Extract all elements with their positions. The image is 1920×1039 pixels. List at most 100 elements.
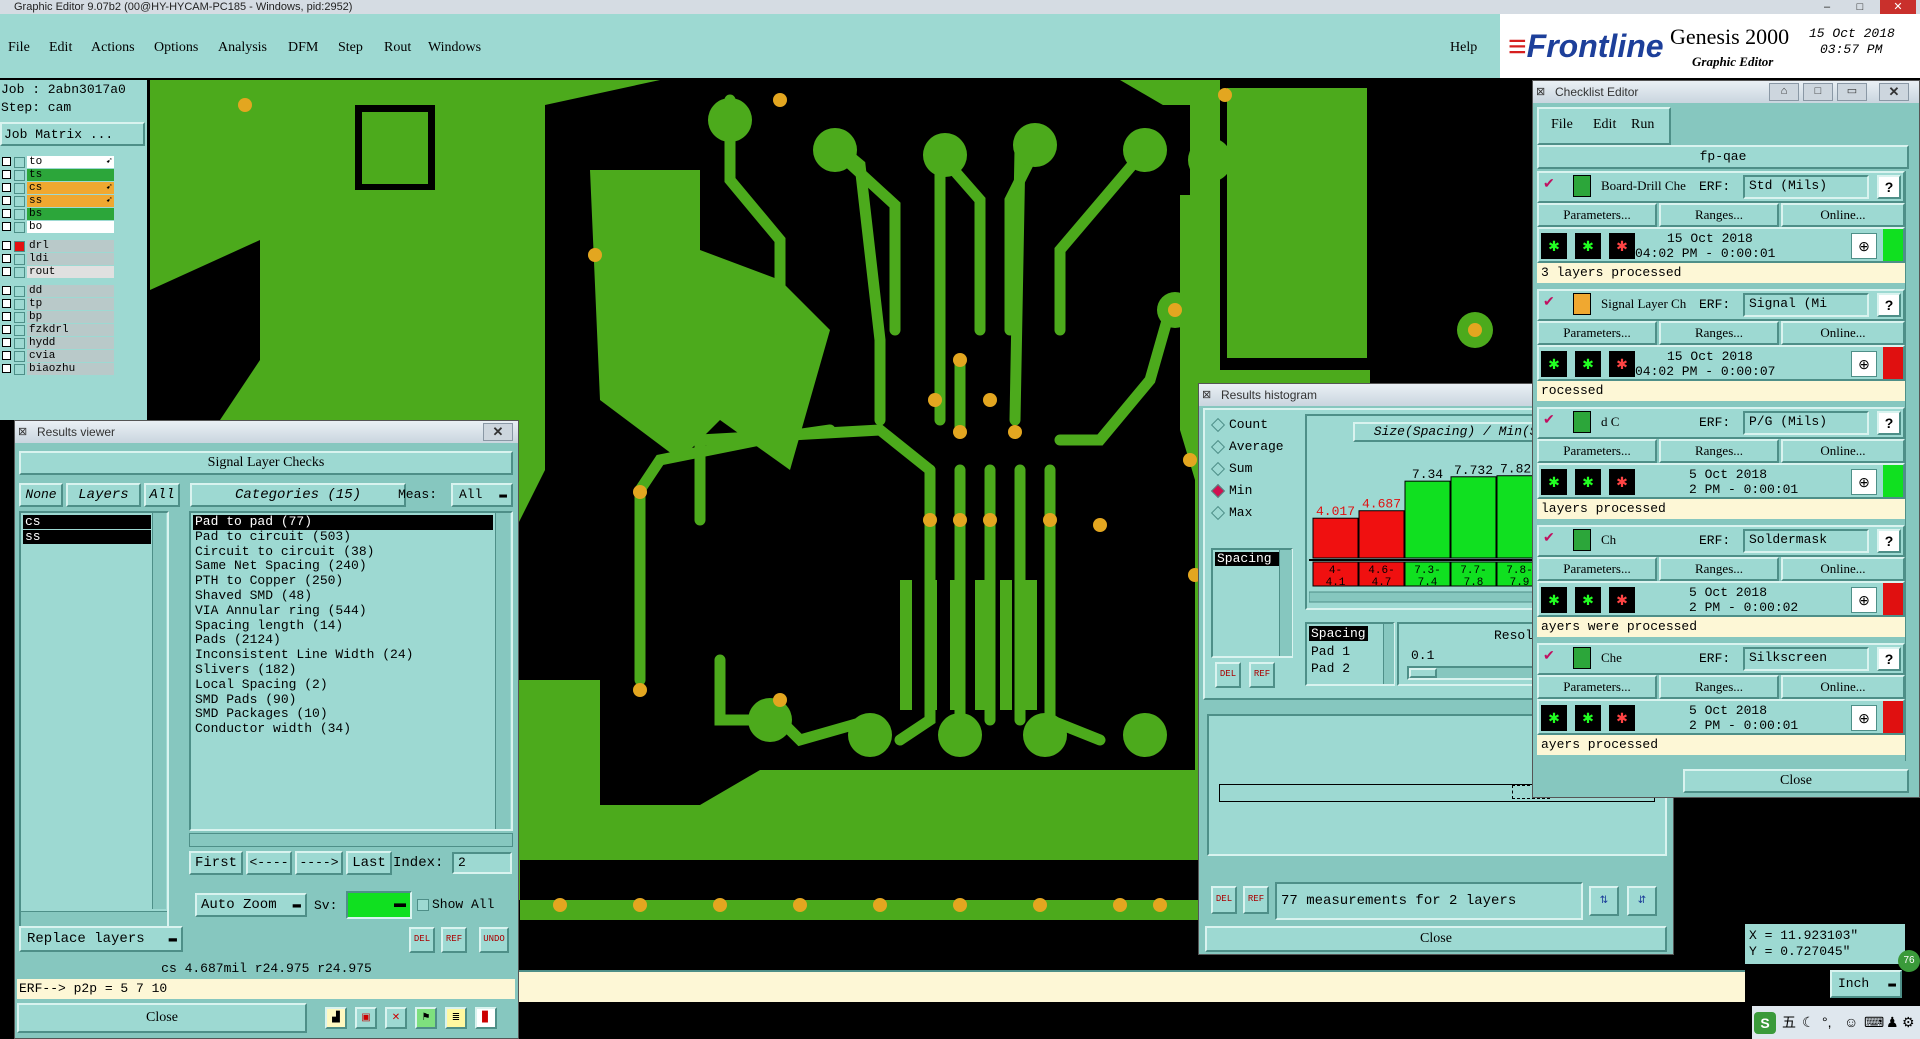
- layer-row[interactable]: to ➹: [0, 156, 116, 169]
- attr-scrollbar[interactable]: [1383, 624, 1394, 684]
- categories-hscrollbar[interactable]: [189, 833, 513, 847]
- index-input[interactable]: 2: [452, 852, 512, 874]
- layer-name[interactable]: hydd: [27, 337, 114, 349]
- result-layer-item[interactable]: ss: [23, 530, 151, 544]
- results-viewer-titlebar[interactable]: ⊠ Results viewer ✕: [15, 421, 518, 443]
- zoom-icon[interactable]: ⊕: [1851, 233, 1877, 259]
- layer-name[interactable]: biaozhu: [27, 363, 114, 375]
- layer-checkbox[interactable]: [2, 254, 11, 263]
- check-enabled-icon[interactable]: ✔: [1543, 411, 1555, 428]
- layer-row[interactable]: bp: [0, 311, 116, 324]
- menu-edit[interactable]: Edit: [49, 40, 72, 56]
- run-icon[interactable]: ✱: [1541, 233, 1567, 259]
- layer-name[interactable]: tp: [27, 298, 114, 310]
- layer-row[interactable]: ss ➹: [0, 195, 116, 208]
- parameters-button[interactable]: Parameters...: [1537, 675, 1657, 699]
- run-icon[interactable]: ✱: [1609, 233, 1635, 259]
- layers-button[interactable]: Layers: [66, 483, 141, 507]
- parameters-button[interactable]: Parameters...: [1537, 203, 1657, 227]
- del-icon[interactable]: DEL: [409, 927, 435, 953]
- layer-checkbox[interactable]: [2, 241, 11, 250]
- layer-checkbox[interactable]: [2, 286, 11, 295]
- mode-radio-sum[interactable]: Sum: [1209, 460, 1299, 478]
- run-icon[interactable]: ✱: [1609, 469, 1635, 495]
- check-enabled-icon[interactable]: ✔: [1543, 293, 1555, 310]
- category-item[interactable]: SMD Pads (90): [193, 692, 493, 708]
- ranges-button[interactable]: Ranges...: [1659, 321, 1779, 345]
- layer-name[interactable]: dd: [27, 285, 114, 297]
- layer-checkbox[interactable]: [2, 312, 11, 321]
- chart-icon[interactable]: ▟: [325, 1007, 347, 1029]
- parameters-button[interactable]: Parameters...: [1537, 557, 1657, 581]
- zoom-icon[interactable]: ⊕: [1851, 705, 1877, 731]
- layer-color-swatch[interactable]: [14, 351, 25, 362]
- histogram-list-item[interactable]: Spacing: [1215, 552, 1287, 566]
- ranges-button[interactable]: Ranges...: [1659, 439, 1779, 463]
- erf-value[interactable]: P/G (Mils): [1743, 411, 1869, 435]
- moon-icon[interactable]: ☾: [1802, 1006, 1815, 1039]
- layer-color-swatch[interactable]: [14, 209, 25, 220]
- layer-color-swatch[interactable]: [14, 241, 25, 252]
- categories-button[interactable]: Categories (15): [190, 483, 406, 507]
- online-button[interactable]: Online...: [1781, 321, 1905, 345]
- checklist-close-button[interactable]: Close: [1683, 769, 1909, 793]
- layer-name[interactable]: rout: [27, 266, 114, 278]
- layer-color-swatch[interactable]: [14, 157, 25, 168]
- histogram-close-button[interactable]: Close: [1205, 926, 1667, 952]
- run-icon[interactable]: ✱: [1575, 705, 1601, 731]
- category-item[interactable]: Inconsistent Line Width (24): [193, 647, 493, 663]
- checklist-menu-run[interactable]: Run: [1631, 117, 1654, 133]
- layer-name[interactable]: ss ➹: [27, 195, 114, 207]
- app-title-bar[interactable]: Graphic Editor 9.07b2 (00@HY-HYCAM-PC185…: [0, 0, 1920, 14]
- command-line[interactable]: [519, 970, 1745, 1002]
- zoom-icon[interactable]: ⊕: [1851, 469, 1877, 495]
- radio-diamond-icon[interactable]: [1210, 417, 1226, 433]
- checklist-menu-file[interactable]: File: [1551, 117, 1573, 133]
- checklist-titlebar[interactable]: ⊠ Checklist Editor ⌂ □ ▭ ✕: [1533, 81, 1919, 103]
- check-name[interactable]: Signal Layer Ch: [1601, 296, 1693, 312]
- erf-value[interactable]: Silkscreen: [1743, 647, 1869, 671]
- menu-step[interactable]: Step: [338, 40, 363, 56]
- erf-value[interactable]: Signal (Mi: [1743, 293, 1869, 317]
- meas-dropdown[interactable]: All ▬: [451, 483, 513, 507]
- punct-icon[interactable]: °,: [1822, 1006, 1832, 1039]
- layer-name[interactable]: bs: [27, 208, 114, 220]
- category-item[interactable]: Same Net Spacing (240): [193, 559, 493, 574]
- online-button[interactable]: Online...: [1781, 203, 1905, 227]
- menu-rout[interactable]: Rout: [384, 40, 411, 56]
- run-icon[interactable]: ✱: [1575, 233, 1601, 259]
- layer-color-swatch[interactable]: [14, 222, 25, 233]
- image-icon[interactable]: ▣: [355, 1007, 377, 1029]
- menu-dfm[interactable]: DFM: [288, 40, 318, 56]
- category-item[interactable]: Pad to circuit (503): [193, 529, 493, 545]
- layer-row[interactable]: cvia: [0, 350, 116, 363]
- first-button[interactable]: First: [189, 851, 243, 875]
- layers-hscrollbar[interactable]: [21, 911, 167, 926]
- layer-row[interactable]: fzkdrl: [0, 324, 116, 337]
- layer-name[interactable]: ts: [27, 169, 114, 181]
- layer-name[interactable]: drl: [27, 240, 114, 252]
- layer-row[interactable]: biaozhu: [0, 363, 116, 376]
- checklist-close-icon[interactable]: ✕: [1879, 83, 1909, 101]
- layer-checkbox[interactable]: [2, 299, 11, 308]
- run-icon[interactable]: ✱: [1541, 469, 1567, 495]
- layers-scrollbar[interactable]: [152, 513, 166, 909]
- radio-diamond-icon[interactable]: [1210, 461, 1226, 477]
- replace-layers-dropdown[interactable]: Replace layers ▬: [19, 926, 183, 952]
- ranges-button[interactable]: Ranges...: [1659, 557, 1779, 581]
- minimize-icon[interactable]: –: [1815, 0, 1839, 14]
- erf-value[interactable]: Std (Mils): [1743, 175, 1869, 199]
- category-item[interactable]: Slivers (182): [193, 662, 493, 678]
- layer-row[interactable]: bo: [0, 221, 116, 234]
- category-item[interactable]: VIA Annular ring (544): [193, 603, 493, 619]
- attr-item[interactable]: Pad 2: [1309, 661, 1352, 676]
- menu-analysis[interactable]: Analysis: [218, 40, 267, 56]
- layer-name[interactable]: bo: [27, 221, 114, 233]
- layer-row[interactable]: dd: [0, 285, 116, 298]
- job-matrix-button[interactable]: Job Matrix ...: [0, 122, 145, 146]
- result-layers-list[interactable]: cs ss: [19, 511, 169, 929]
- menu-help[interactable]: Help: [1450, 40, 1477, 56]
- zoom-icon[interactable]: ⊕: [1851, 587, 1877, 613]
- layer-name[interactable]: to ➹: [27, 156, 114, 168]
- layer-row[interactable]: hydd: [0, 337, 116, 350]
